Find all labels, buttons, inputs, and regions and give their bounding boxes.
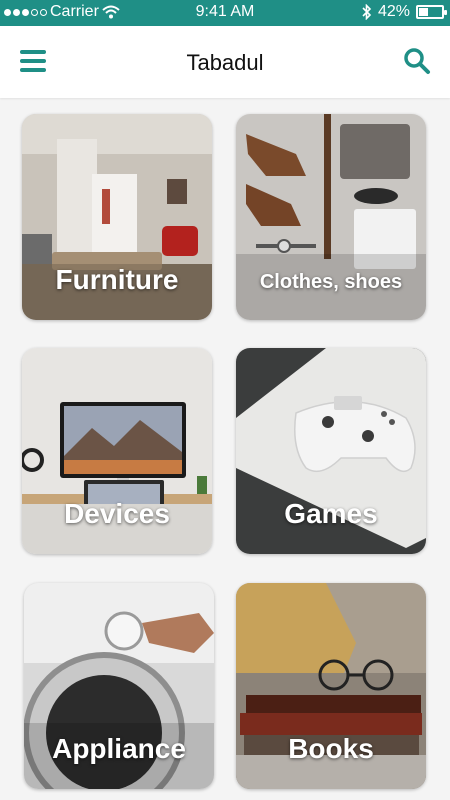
category-label: Books <box>288 733 374 764</box>
status-right: 42% <box>362 3 447 21</box>
status-bar: Carrier 9:41 AM 42% <box>0 0 450 26</box>
search-icon <box>404 48 430 74</box>
category-card-books[interactable]: Books <box>236 583 426 789</box>
bluetooth-icon <box>362 4 372 20</box>
battery-percent: 42% <box>377 3 410 20</box>
battery-icon <box>416 5 447 19</box>
category-card-devices[interactable]: Devices <box>22 348 212 554</box>
app-bar: Tabadul <box>0 26 450 98</box>
category-label: Clothes, shoes <box>259 271 403 293</box>
category-label: Appliance <box>52 733 186 764</box>
category-card-games[interactable]: Games <box>236 348 426 554</box>
search-button[interactable] <box>402 46 432 76</box>
category-label: Devices <box>64 498 170 529</box>
category-card-clothes-shoes[interactable]: Clothes, shoes <box>236 114 426 320</box>
battery-level <box>419 8 428 16</box>
category-card-furniture[interactable]: Furniture <box>22 114 212 320</box>
category-label: Furniture <box>55 264 179 295</box>
app-title: Tabadul <box>186 50 264 75</box>
category-label: Games <box>284 498 378 529</box>
category-card-appliance[interactable]: Appliance <box>24 583 214 789</box>
